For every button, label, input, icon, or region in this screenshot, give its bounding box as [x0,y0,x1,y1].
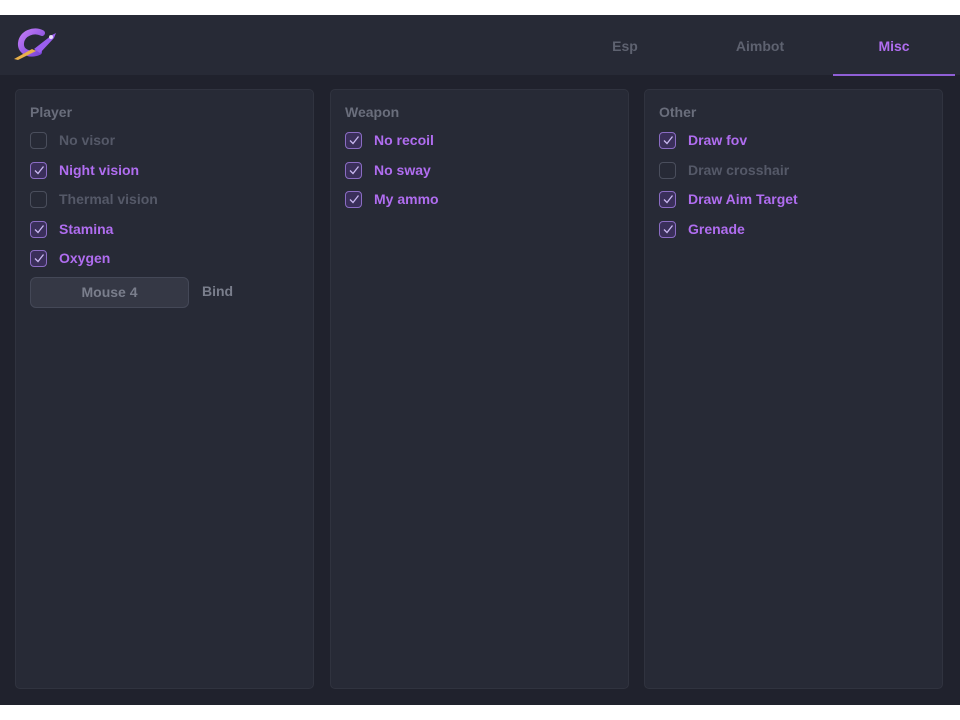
checkbox[interactable] [30,249,47,267]
option-label: Oxygen [59,250,111,266]
option-grenade[interactable]: Grenade [659,219,745,239]
option-draw-crosshair[interactable]: Draw crosshair [659,160,789,180]
checkbox[interactable] [659,220,676,238]
option-draw-fov[interactable]: Draw fov [659,130,747,150]
player-panel: Player No visor Night vision Thermal vis… [15,89,314,689]
checkmark-icon [349,166,359,175]
checkbox[interactable] [345,190,362,208]
panel-title: Weapon [345,104,400,120]
option-label: Draw fov [688,132,748,148]
option-night-vision[interactable]: Night vision [30,160,139,180]
checkbox[interactable] [345,161,362,179]
checkbox[interactable] [30,220,47,238]
option-label: Draw crosshair [688,162,790,178]
option-no-sway[interactable]: No sway [345,160,431,180]
checkmark-icon [34,225,44,234]
option-label: No visor [59,132,116,148]
option-label: Night vision [59,162,140,178]
option-label: No recoil [374,132,434,148]
option-label: Stamina [59,221,114,237]
option-my-ammo[interactable]: My ammo [345,189,439,209]
tab-aimbot[interactable]: Aimbot [705,15,815,75]
checkmark-icon [349,195,359,204]
checkbox[interactable] [659,190,676,208]
checkmark-icon [663,195,673,204]
active-tab-indicator [833,74,955,76]
checkbox[interactable] [30,161,47,179]
option-label: My ammo [374,191,439,207]
checkbox[interactable] [659,161,676,179]
option-label: Thermal vision [59,191,158,207]
checkbox[interactable] [659,131,676,149]
tab-esp[interactable]: Esp [585,15,665,75]
checkmark-icon [663,225,673,234]
option-stamina[interactable]: Stamina [30,219,113,239]
panel-title: Player [30,104,73,120]
option-label: No sway [374,162,431,178]
rocket-logo-icon [14,28,56,60]
other-panel: Other Draw fov Draw crosshair Draw Aim T… [644,89,943,689]
option-label: Draw Aim Target [688,191,798,207]
tab-misc[interactable]: Misc [833,15,955,75]
option-oxygen[interactable]: Oxygen [30,248,110,268]
checkmark-icon [663,136,673,145]
option-thermal-vision[interactable]: Thermal vision [30,189,158,209]
checkbox[interactable] [30,190,47,208]
cheat-menu-window: Esp Aimbot Misc Player No visor Night vi… [0,15,960,705]
weapon-panel: Weapon No recoil No sway My ammo [330,89,629,689]
checkbox[interactable] [30,131,47,149]
panel-title: Other [659,104,697,120]
checkmark-icon [349,136,359,145]
option-no-visor[interactable]: No visor [30,130,115,150]
header-bar: Esp Aimbot Misc [0,15,960,76]
option-draw-aim-target[interactable]: Draw Aim Target [659,189,798,209]
bind-label: Bind [202,283,234,299]
option-label: Grenade [688,221,745,237]
keybind-button[interactable]: Mouse 4 [30,277,189,308]
checkmark-icon [34,166,44,175]
checkbox[interactable] [345,131,362,149]
checkmark-icon [34,254,44,263]
option-no-recoil[interactable]: No recoil [345,130,434,150]
